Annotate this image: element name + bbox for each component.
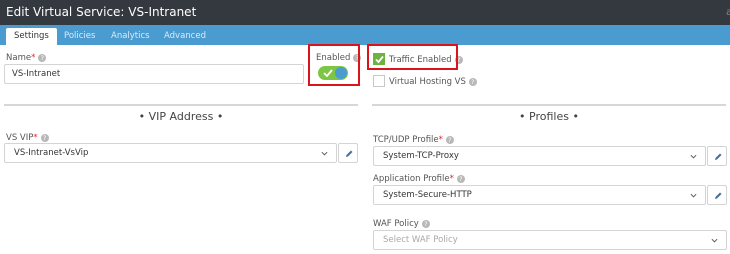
vs-vip-label: VS VIP*? — [6, 133, 49, 143]
vip-address-section: • VIP Address • — [4, 104, 358, 126]
chevron-down-icon — [690, 193, 697, 198]
app-profile-label-text: Application Profile — [373, 174, 450, 184]
name-label-text: Name — [6, 53, 32, 63]
profiles-title: • Profiles • — [519, 110, 579, 123]
traffic-enabled-highlight-box — [367, 44, 458, 70]
help-icon[interactable]: ? — [38, 54, 47, 62]
pencil-icon — [715, 153, 722, 160]
waf-policy-label-text: WAF Policy — [373, 219, 419, 229]
help-icon[interactable]: ? — [421, 220, 430, 228]
required-mark: * — [33, 133, 38, 143]
app-profile-value: System-Secure-HTTP — [383, 190, 472, 200]
tcp-profile-select[interactable]: System-TCP-Proxy — [373, 146, 706, 166]
modal-title-bar: Edit Virtual Service: VS-Intranet a — [0, 0, 730, 25]
tcp-profile-value: System-TCP-Proxy — [383, 151, 459, 161]
required-mark: * — [449, 174, 454, 184]
waf-policy-placeholder: Select WAF Policy — [383, 235, 458, 245]
name-label: Name*? — [6, 53, 47, 63]
tcp-profile-edit-button[interactable] — [707, 146, 727, 166]
virtual-hosting-checkbox[interactable] — [373, 75, 385, 87]
app-profile-label: Application Profile*? — [373, 174, 465, 184]
app-profile-edit-button[interactable] — [707, 185, 727, 205]
tab-analytics[interactable]: Analytics — [111, 28, 150, 45]
vip-address-title: • VIP Address • — [138, 110, 224, 123]
tab-advanced[interactable]: Advanced — [164, 28, 206, 45]
pencil-icon — [715, 192, 722, 199]
required-mark: * — [31, 53, 36, 63]
name-input-value: VS-Intranet — [12, 69, 61, 79]
enabled-highlight-box — [308, 44, 360, 86]
app-profile-select[interactable]: System-Secure-HTTP — [373, 185, 706, 205]
modal-title: Edit Virtual Service: VS-Intranet — [6, 5, 197, 19]
tcp-profile-label-text: TCP/UDP Profile — [373, 135, 439, 145]
vs-vip-edit-button[interactable] — [338, 143, 358, 163]
vs-vip-value: VS-Intranet-VsVip — [14, 148, 89, 158]
tcp-profile-label: TCP/UDP Profile*? — [373, 135, 454, 145]
help-icon[interactable]: ? — [468, 78, 477, 86]
help-icon[interactable]: ? — [40, 134, 49, 142]
tab-policies[interactable]: Policies — [64, 28, 95, 45]
vs-vip-label-text: VS VIP — [6, 133, 34, 143]
chevron-down-icon — [321, 151, 328, 156]
waf-policy-select[interactable]: Select WAF Policy — [373, 230, 727, 250]
vs-vip-select[interactable]: VS-Intranet-VsVip — [4, 143, 337, 163]
tab-settings[interactable]: Settings — [6, 28, 57, 45]
profiles-section: • Profiles • — [372, 104, 726, 126]
title-edge-glyph: a — [726, 7, 730, 18]
virtual-hosting-label: Virtual Hosting VS? — [389, 77, 477, 87]
tab-bar: Settings Policies Analytics Advanced — [0, 25, 730, 45]
virtual-hosting-label-text: Virtual Hosting VS — [389, 77, 466, 87]
help-icon[interactable]: ? — [456, 175, 465, 183]
pencil-icon — [346, 150, 353, 157]
name-input[interactable]: VS-Intranet — [4, 64, 304, 84]
required-mark: * — [438, 135, 443, 145]
waf-policy-label: WAF Policy? — [373, 219, 430, 229]
chevron-down-icon — [711, 238, 718, 243]
help-icon[interactable]: ? — [445, 136, 454, 144]
chevron-down-icon — [690, 154, 697, 159]
